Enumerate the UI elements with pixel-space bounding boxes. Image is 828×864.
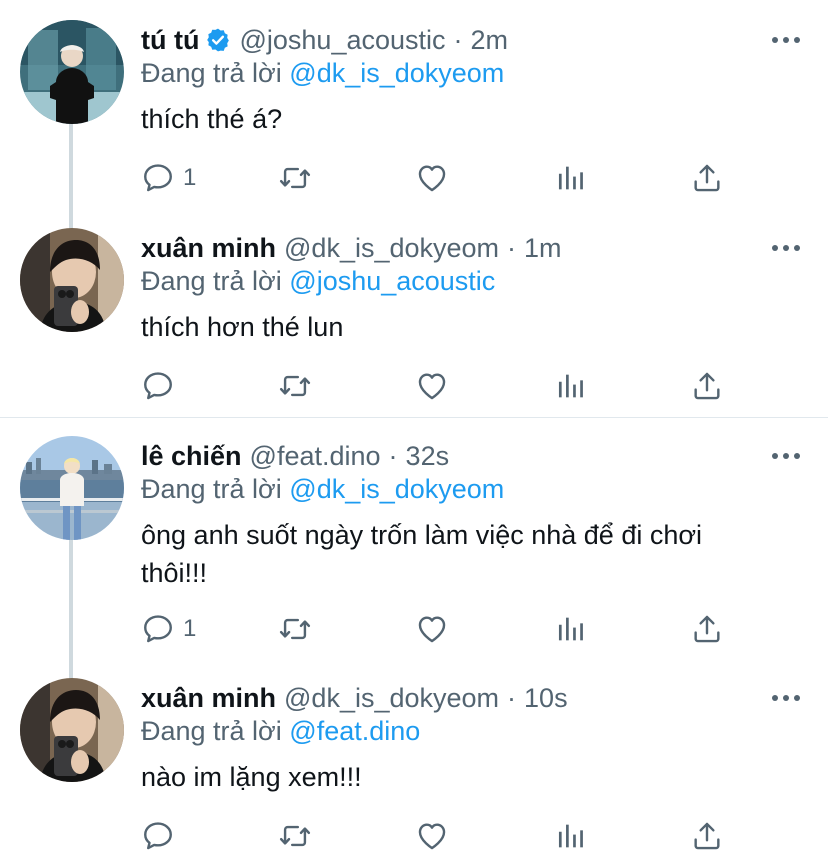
reply-icon bbox=[141, 819, 175, 853]
reply-count: 1 bbox=[183, 164, 197, 191]
tweet-text: ông anh suốt ngày trốn làm việc nhà để đ… bbox=[141, 516, 781, 592]
mention-link[interactable]: @dk_is_dokyeom bbox=[289, 474, 504, 504]
retweet-icon bbox=[278, 369, 312, 403]
replying-to: Đang trả lời @dk_is_dokyeom bbox=[141, 474, 504, 505]
reply-button[interactable] bbox=[141, 816, 175, 856]
reply-button[interactable]: 1 bbox=[141, 158, 196, 198]
more-options-icon[interactable] bbox=[772, 448, 800, 464]
retweet-button[interactable] bbox=[278, 366, 312, 406]
tweet-header: lê chiến @feat.dino · 32s bbox=[141, 436, 449, 476]
separator-dot: · bbox=[453, 24, 463, 55]
replying-to-label: Đang trả lời bbox=[141, 58, 282, 88]
retweet-icon bbox=[278, 819, 312, 853]
tweet[interactable]: xuân minh @dk_is_dokyeom · 1m Đang trả l… bbox=[0, 228, 828, 418]
verified-badge-icon bbox=[207, 28, 230, 52]
analytics-icon bbox=[553, 369, 587, 403]
like-icon bbox=[415, 161, 449, 195]
analytics-button[interactable] bbox=[553, 158, 587, 198]
tweet[interactable]: tú tú @joshu_acoustic · 2m Đang trả lời … bbox=[0, 20, 828, 220]
reply-count: 1 bbox=[183, 615, 197, 642]
tweet-actions bbox=[141, 816, 741, 856]
analytics-button[interactable] bbox=[553, 609, 587, 649]
conversation-divider bbox=[0, 417, 828, 418]
separator-dot: · bbox=[507, 682, 517, 713]
share-icon bbox=[690, 612, 724, 646]
tweet[interactable]: lê chiến @feat.dino · 32s Đang trả lời @… bbox=[0, 436, 828, 676]
retweet-icon bbox=[278, 161, 312, 195]
separator-dot: · bbox=[507, 232, 517, 263]
display-name[interactable]: xuân minh bbox=[141, 683, 276, 714]
analytics-icon bbox=[553, 161, 587, 195]
replying-to: Đang trả lời @joshu_acoustic bbox=[141, 266, 495, 297]
separator-dot: · bbox=[388, 440, 398, 471]
tweet-header: tú tú @joshu_acoustic · 2m bbox=[141, 20, 508, 60]
reply-icon bbox=[141, 369, 175, 403]
tweet-actions: 1 bbox=[141, 158, 741, 198]
tweet-actions: 1 bbox=[141, 609, 741, 649]
like-icon bbox=[415, 369, 449, 403]
avatar[interactable] bbox=[20, 678, 124, 782]
reply-button[interactable]: 1 bbox=[141, 609, 196, 649]
replying-to: Đang trả lời @feat.dino bbox=[141, 716, 420, 747]
mention-link[interactable]: @dk_is_dokyeom bbox=[289, 58, 504, 88]
tweet-text: thích thé á? bbox=[141, 104, 283, 134]
tweet[interactable]: xuân minh @dk_is_dokyeom · 10s Đang trả … bbox=[0, 678, 828, 864]
retweet-button[interactable] bbox=[278, 816, 312, 856]
more-options-icon[interactable] bbox=[772, 240, 800, 256]
timestamp[interactable]: 2m bbox=[471, 25, 509, 56]
analytics-button[interactable] bbox=[553, 816, 587, 856]
tweet-text-line: thôi!!! bbox=[141, 558, 208, 588]
share-button[interactable] bbox=[690, 158, 724, 198]
retweet-button[interactable] bbox=[278, 158, 312, 198]
timestamp[interactable]: 1m bbox=[524, 233, 562, 264]
user-handle[interactable]: @dk_is_dokyeom bbox=[284, 233, 499, 264]
share-icon bbox=[690, 369, 724, 403]
timestamp[interactable]: 10s bbox=[524, 683, 568, 714]
retweet-icon bbox=[278, 612, 312, 646]
display-name[interactable]: lê chiến bbox=[141, 441, 242, 472]
like-button[interactable] bbox=[415, 816, 449, 856]
like-button[interactable] bbox=[415, 158, 449, 198]
reply-button[interactable] bbox=[141, 366, 175, 406]
user-handle[interactable]: @joshu_acoustic bbox=[239, 25, 445, 56]
share-icon bbox=[690, 161, 724, 195]
tweet-actions bbox=[141, 366, 741, 406]
like-button[interactable] bbox=[415, 609, 449, 649]
share-button[interactable] bbox=[690, 366, 724, 406]
analytics-icon bbox=[553, 819, 587, 853]
more-options-icon[interactable] bbox=[772, 690, 800, 706]
share-button[interactable] bbox=[690, 816, 724, 856]
timestamp[interactable]: 32s bbox=[406, 441, 450, 472]
tweet-text-line: ông anh suốt ngày trốn làm việc nhà để đ… bbox=[141, 520, 703, 550]
tweet-header: xuân minh @dk_is_dokyeom · 10s bbox=[141, 678, 568, 718]
retweet-button[interactable] bbox=[278, 609, 312, 649]
display-name[interactable]: tú tú bbox=[141, 25, 199, 56]
replying-to-label: Đang trả lời bbox=[141, 474, 282, 504]
mention-link[interactable]: @joshu_acoustic bbox=[289, 266, 495, 296]
reply-icon bbox=[141, 161, 175, 195]
mention-link[interactable]: @feat.dino bbox=[289, 716, 420, 746]
analytics-button[interactable] bbox=[553, 366, 587, 406]
share-button[interactable] bbox=[690, 609, 724, 649]
user-handle[interactable]: @feat.dino bbox=[250, 441, 381, 472]
replying-to-label: Đang trả lời bbox=[141, 716, 282, 746]
like-icon bbox=[415, 819, 449, 853]
replying-to-label: Đang trả lời bbox=[141, 266, 282, 296]
tweet-text: nào im lặng xem!!! bbox=[141, 762, 362, 792]
like-icon bbox=[415, 612, 449, 646]
analytics-icon bbox=[553, 612, 587, 646]
replying-to: Đang trả lời @dk_is_dokyeom bbox=[141, 58, 504, 89]
avatar[interactable] bbox=[20, 436, 124, 540]
tweet-text: thích hơn thé lun bbox=[141, 312, 344, 342]
display-name[interactable]: xuân minh bbox=[141, 233, 276, 264]
reply-icon bbox=[141, 612, 175, 646]
user-handle[interactable]: @dk_is_dokyeom bbox=[284, 683, 499, 714]
more-options-icon[interactable] bbox=[772, 32, 800, 48]
share-icon bbox=[690, 819, 724, 853]
like-button[interactable] bbox=[415, 366, 449, 406]
avatar[interactable] bbox=[20, 228, 124, 332]
tweet-header: xuân minh @dk_is_dokyeom · 1m bbox=[141, 228, 562, 268]
avatar[interactable] bbox=[20, 20, 124, 124]
